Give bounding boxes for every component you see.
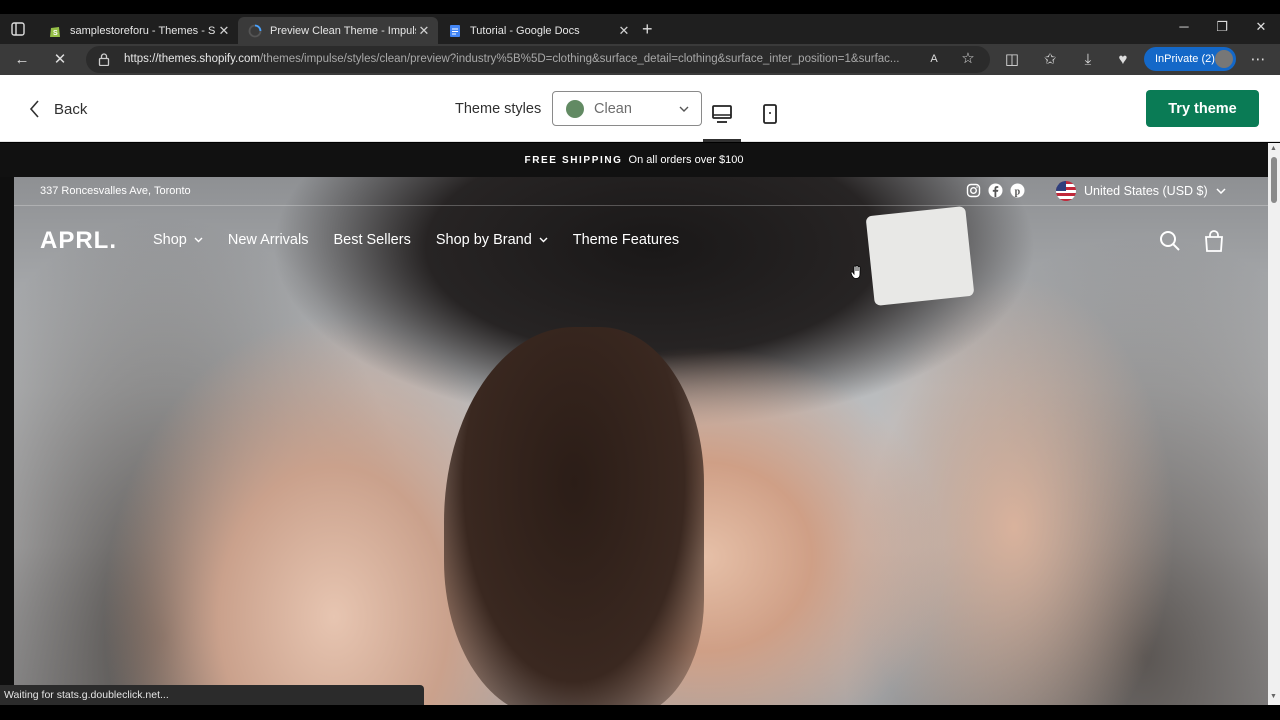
mobile-view-icon[interactable] bbox=[759, 103, 781, 125]
favorites-icon[interactable]: ✩ bbox=[1040, 50, 1060, 70]
downloads-icon[interactable]: ⤓ bbox=[1078, 50, 1098, 70]
read-aloud-icon[interactable]: A bbox=[924, 49, 944, 69]
tab-title: samplestoreforu - Themes - Shop bbox=[70, 24, 216, 37]
hand-cursor-icon bbox=[850, 265, 861, 279]
tab-title: Preview Clean Theme - Impulse bbox=[270, 24, 416, 37]
beanie-patch bbox=[865, 206, 975, 306]
store-logo[interactable]: APRL. bbox=[40, 227, 117, 255]
url-path: /themes/impulse/styles/clean/preview?ind… bbox=[259, 53, 900, 65]
nav-label: Shop bbox=[153, 232, 187, 248]
facebook-icon[interactable] bbox=[988, 183, 1003, 198]
scroll-up-icon[interactable]: ▲ bbox=[1270, 145, 1277, 152]
currency-selector[interactable]: United States (USD $) bbox=[1056, 181, 1226, 201]
close-window-icon[interactable]: ✕ bbox=[1251, 19, 1271, 35]
status-bar: Waiting for stats.g.doubleclick.net... bbox=[0, 685, 424, 705]
cart-icon[interactable] bbox=[1202, 229, 1226, 253]
nav-label: New Arrivals bbox=[227, 232, 309, 248]
scroll-down-icon[interactable]: ▼ bbox=[1270, 693, 1277, 700]
header-divider bbox=[14, 205, 1268, 206]
svg-text:p: p bbox=[1015, 187, 1021, 198]
locale-label: United States (USD $) bbox=[1084, 184, 1208, 198]
chevron-down-icon bbox=[679, 106, 689, 112]
nav-new-arrivals[interactable]: New Arrivals bbox=[228, 232, 309, 248]
chevron-left-icon bbox=[29, 100, 39, 118]
url-host: https://themes.shopify.com bbox=[124, 53, 260, 65]
announcement-bar[interactable]: FREE SHIPPING On all orders over $100 bbox=[0, 143, 1268, 177]
back-label: Back bbox=[54, 100, 88, 118]
avatar bbox=[1215, 50, 1233, 68]
split-screen-icon[interactable]: ◫ bbox=[1002, 50, 1022, 70]
lock-icon[interactable] bbox=[98, 53, 110, 66]
pinterest-icon[interactable]: p bbox=[1010, 183, 1025, 198]
browser-essentials-icon[interactable]: ♥ bbox=[1113, 50, 1133, 70]
new-tab-icon[interactable]: + bbox=[642, 20, 653, 38]
nav-shop[interactable]: Shop bbox=[153, 232, 203, 248]
theme-styles-label: Theme styles bbox=[455, 101, 542, 117]
tab-actions-icon[interactable] bbox=[10, 21, 26, 37]
store-address: 337 Roncesvalles Ave, Toronto bbox=[40, 185, 191, 197]
inprivate-badge[interactable]: InPrivate (2) bbox=[1144, 47, 1236, 71]
theme-preview-header: Back Theme styles Clean Try theme bbox=[0, 75, 1280, 142]
tab-strip: S samplestoreforu - Themes - Shop ✕ Prev… bbox=[0, 14, 1280, 44]
hero-image: 337 Roncesvalles Ave, Toronto p United S… bbox=[14, 177, 1268, 705]
nav-best-sellers[interactable]: Best Sellers bbox=[333, 232, 410, 248]
shopify-icon: S bbox=[50, 26, 60, 37]
more-options-icon[interactable]: ⋯ bbox=[1248, 50, 1268, 70]
inprivate-label: InPrivate (2) bbox=[1155, 53, 1215, 65]
nav-label: Shop by Brand bbox=[435, 232, 532, 248]
selected-style: Clean bbox=[594, 100, 632, 117]
style-color-swatch bbox=[566, 99, 584, 118]
tab-title: Tutorial - Google Docs bbox=[470, 24, 580, 37]
theme-style-select[interactable]: Clean bbox=[552, 91, 702, 126]
search-icon[interactable] bbox=[1158, 229, 1182, 253]
us-flag-icon bbox=[1056, 181, 1076, 201]
back-arrow-icon[interactable]: ← bbox=[12, 50, 32, 70]
browser-toolbar: ← ✕ https://themes.shopify.com/themes/im… bbox=[0, 44, 1280, 75]
store-preview: FREE SHIPPING On all orders over $100 33… bbox=[0, 143, 1268, 705]
address-bar[interactable]: https://themes.shopify.com/themes/impuls… bbox=[86, 46, 990, 73]
main-nav: Shop New Arrivals Best Sellers Shop by B… bbox=[153, 232, 704, 248]
nav-label: Theme Features bbox=[572, 232, 680, 248]
tab-samplestore[interactable]: S samplestoreforu - Themes - Shop ✕ bbox=[38, 17, 238, 44]
scroll-thumb[interactable] bbox=[1271, 157, 1277, 203]
announcement-text: On all orders over $100 bbox=[628, 154, 744, 166]
browser-window: S samplestoreforu - Themes - Shop ✕ Prev… bbox=[0, 0, 1280, 720]
nav-label: Best Sellers bbox=[333, 232, 411, 248]
nav-shop-by-brand[interactable]: Shop by Brand bbox=[436, 232, 548, 248]
url-text: https://themes.shopify.com/themes/impuls… bbox=[124, 53, 924, 65]
close-tab-icon[interactable]: ✕ bbox=[616, 23, 632, 39]
stop-loading-icon[interactable]: ✕ bbox=[50, 50, 70, 70]
tab-google-docs[interactable]: Tutorial - Google Docs ✕ bbox=[438, 17, 638, 44]
chevron-down-icon bbox=[1216, 188, 1226, 194]
chevron-down-icon bbox=[194, 237, 203, 243]
desktop-view-icon[interactable] bbox=[711, 103, 733, 125]
instagram-icon[interactable] bbox=[966, 183, 981, 198]
back-button[interactable]: Back bbox=[28, 99, 87, 119]
chevron-down-icon bbox=[539, 237, 548, 243]
favorite-star-icon[interactable]: ☆ bbox=[958, 49, 978, 69]
minimize-icon[interactable]: ─ bbox=[1174, 19, 1194, 34]
close-tab-icon[interactable]: ✕ bbox=[216, 23, 232, 39]
maximize-icon[interactable]: ❐ bbox=[1212, 19, 1232, 35]
hero-hair-shading bbox=[444, 327, 704, 705]
nav-theme-features[interactable]: Theme Features bbox=[573, 232, 679, 248]
try-theme-button[interactable]: Try theme bbox=[1146, 90, 1259, 127]
active-view-indicator bbox=[703, 139, 741, 142]
google-docs-icon bbox=[450, 24, 460, 37]
close-tab-icon[interactable]: ✕ bbox=[416, 23, 432, 39]
announcement-bold: FREE SHIPPING bbox=[524, 154, 623, 166]
page-scrollbar[interactable]: ▲ ▼ bbox=[1268, 143, 1280, 705]
tab-preview-clean-theme[interactable]: Preview Clean Theme - Impulse ✕ bbox=[238, 17, 438, 44]
svg-text:S: S bbox=[53, 30, 58, 37]
loading-spinner-icon bbox=[248, 24, 262, 37]
